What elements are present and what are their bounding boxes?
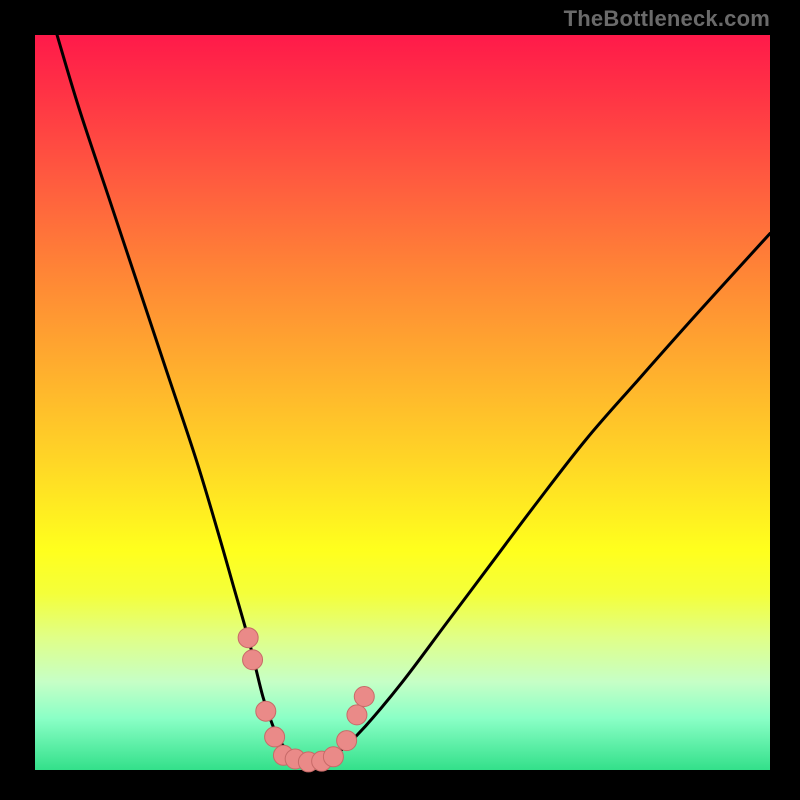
curve-marker xyxy=(323,747,343,767)
chart-frame: TheBottleneck.com xyxy=(0,0,800,800)
bottleneck-curve xyxy=(0,0,800,800)
curve-marker xyxy=(256,701,276,721)
curve-marker xyxy=(243,650,263,670)
attribution-text: TheBottleneck.com xyxy=(564,6,770,32)
curve-marker xyxy=(354,687,374,707)
curve-marker xyxy=(265,727,285,747)
curve-marker xyxy=(347,705,367,725)
curve-marker xyxy=(238,628,258,648)
curve-marker xyxy=(337,731,357,751)
bottleneck-curve-path xyxy=(57,35,770,763)
